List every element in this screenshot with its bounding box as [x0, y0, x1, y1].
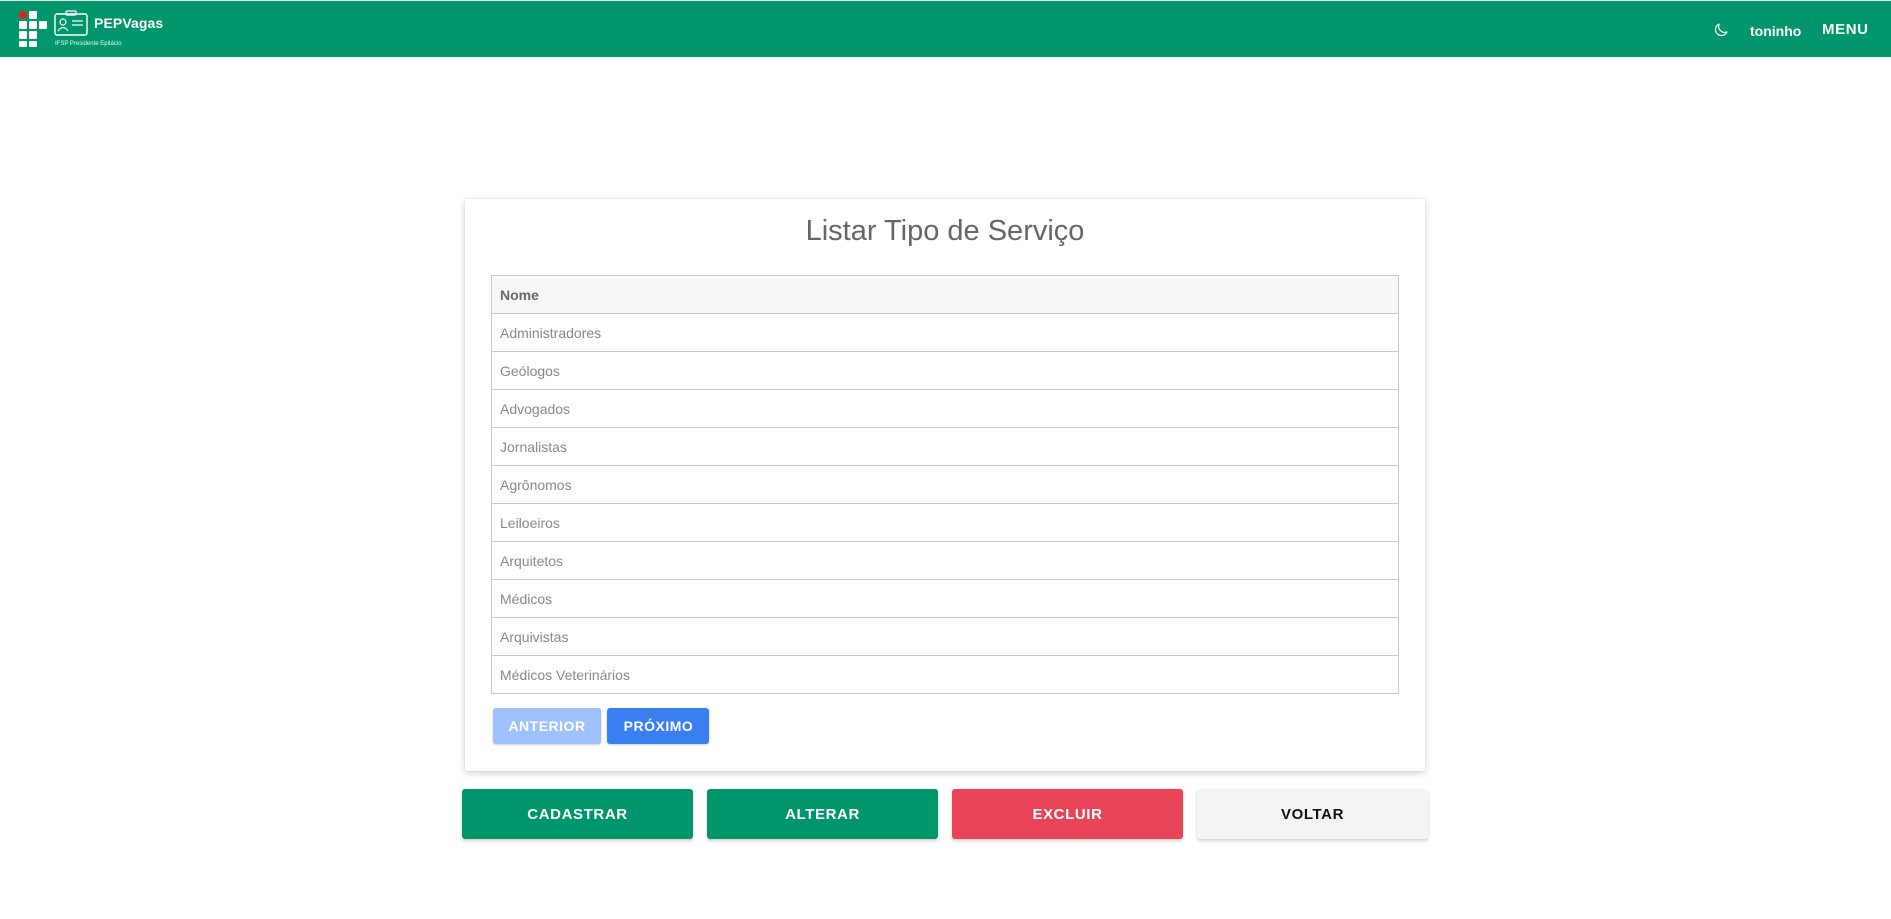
excluir-button[interactable]: EXCLUIR [952, 789, 1183, 839]
table-row[interactable]: Geólogos [491, 351, 1399, 390]
alterar-button[interactable]: ALTERAR [707, 789, 938, 839]
table-cell[interactable]: Advogados [491, 389, 1399, 428]
list-card: Listar Tipo de Serviço Nome Administrado… [465, 199, 1425, 771]
previous-page-button[interactable]: ANTERIOR [493, 708, 601, 744]
service-type-table: Nome Administradores Geólogos Advogados … [491, 275, 1399, 694]
page-title: Listar Tipo de Serviço [805, 215, 1085, 247]
table-cell[interactable]: Médicos Veterinários [491, 655, 1399, 694]
table-row[interactable]: Arquitetos [491, 541, 1399, 580]
pagination: ANTERIOR PRÓXIMO [493, 708, 711, 744]
menu-button[interactable]: MENU [1822, 21, 1869, 38]
table-row[interactable]: Médicos [491, 579, 1399, 618]
table-row[interactable]: Arquivistas [491, 617, 1399, 656]
table-header-row: Nome [491, 275, 1399, 314]
table-cell[interactable]: Agrônomos [491, 465, 1399, 504]
table-cell[interactable]: Administradores [491, 313, 1399, 352]
username[interactable]: toninho [1750, 23, 1801, 39]
top-navbar: PEPVagas IFSP Presidente Epitácio toninh… [0, 0, 1891, 57]
table-cell[interactable]: Médicos [491, 579, 1399, 618]
table-cell[interactable]: Arquitetos [491, 541, 1399, 580]
brand-subtitle: IFSP Presidente Epitácio [55, 41, 122, 47]
id-card-icon [54, 10, 88, 36]
next-page-button[interactable]: PRÓXIMO [607, 708, 710, 744]
ifsp-logo-icon[interactable] [19, 11, 47, 47]
column-header-nome: Nome [491, 275, 1399, 314]
table-cell[interactable]: Arquivistas [491, 617, 1399, 656]
moon-icon[interactable] [1712, 21, 1730, 39]
table-cell[interactable]: Leiloeiros [491, 503, 1399, 542]
cadastrar-button[interactable]: CADASTRAR [462, 789, 693, 839]
table-row[interactable]: Médicos Veterinários [491, 655, 1399, 694]
table-cell[interactable]: Jornalistas [491, 427, 1399, 466]
table-cell[interactable]: Geólogos [491, 351, 1399, 390]
brand-title[interactable]: PEPVagas [94, 15, 163, 31]
table-row[interactable]: Leiloeiros [491, 503, 1399, 542]
table-row[interactable]: Advogados [491, 389, 1399, 428]
table-row[interactable]: Jornalistas [491, 427, 1399, 466]
table-row[interactable]: Agrônomos [491, 465, 1399, 504]
table-row[interactable]: Administradores [491, 313, 1399, 352]
voltar-button[interactable]: VOLTAR [1197, 789, 1428, 839]
